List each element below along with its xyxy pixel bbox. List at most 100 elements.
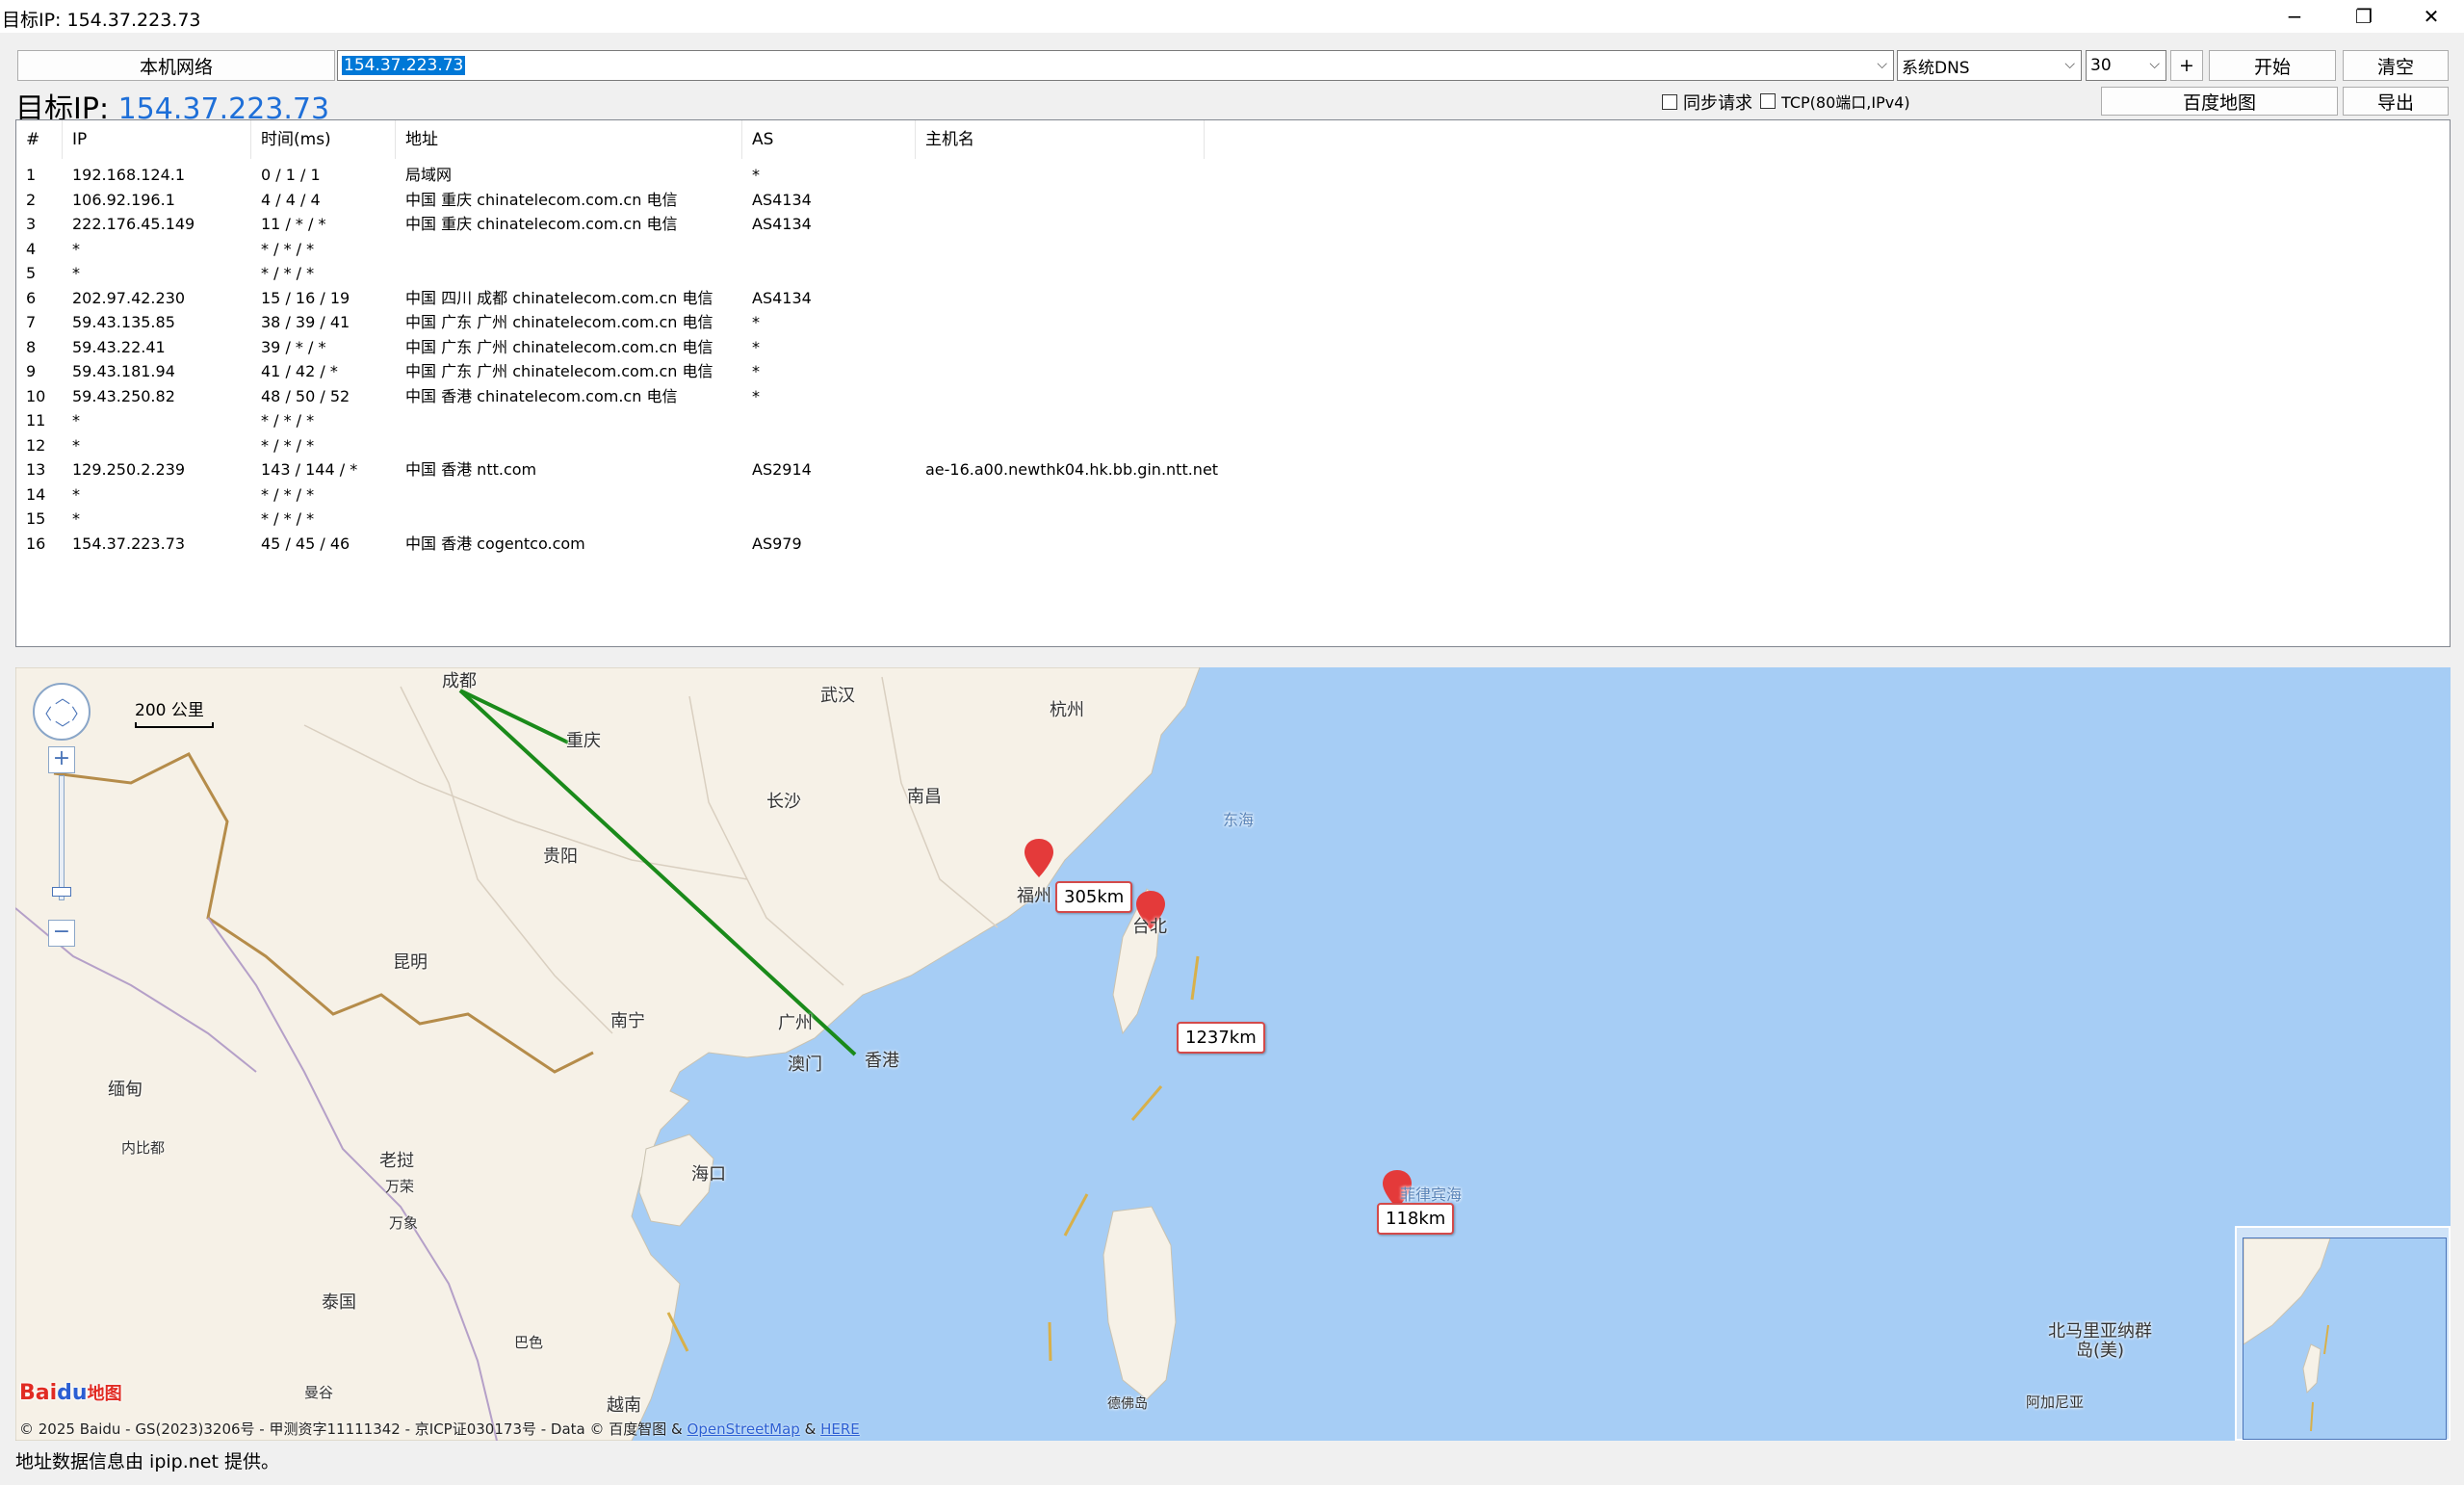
table-cell-as: * [752, 362, 760, 380]
zoom-slider-handle[interactable] [52, 887, 71, 897]
clear-button[interactable]: 清空 [2343, 50, 2449, 81]
zoom-slider-track[interactable] [59, 775, 65, 900]
table-cell-n: 10 [26, 386, 46, 405]
close-button[interactable]: ✕ [2397, 0, 2464, 33]
city-label: 万象 [389, 1214, 419, 1232]
city-label: 万荣 [385, 1178, 415, 1195]
table-cell-n: 12 [26, 435, 46, 455]
table-cell-time: * / * / * [261, 484, 315, 504]
target-ip-input[interactable]: 154.37.223.73 ⌵ [337, 50, 1894, 81]
pan-left-icon[interactable]: 〈 [37, 701, 52, 724]
city-label: 澳门 [788, 1055, 822, 1075]
distance-label: 305km [1055, 881, 1133, 913]
column-header-time[interactable]: 时间(ms) [251, 120, 396, 159]
table-row[interactable]: 10 59.43.250.82 48 / 50 / 52 中国 香港 chinatel… [16, 384, 2450, 409]
scale-label: 200 公里 [135, 701, 204, 720]
dns-select[interactable]: 系统DNS ⌵ [1897, 50, 2082, 81]
minimize-button[interactable]: − [2260, 0, 2329, 33]
column-header-index[interactable]: # [16, 120, 63, 159]
table-cell-n: 15 [26, 509, 46, 528]
distance-label: 118km [1377, 1203, 1455, 1235]
title-bar: 目标IP: 154.37.223.73 − ❐ ✕ [0, 0, 2464, 33]
city-label: 广州 [778, 1013, 813, 1033]
table-row[interactable]: 15 * * / * / * [16, 507, 2450, 532]
table-cell-ip: 202.97.42.230 [72, 288, 186, 307]
table-row[interactable]: 6 202.97.42.230 15 / 16 / 19 中国 四川 成都 china… [16, 286, 2450, 311]
table-header: # IP 时间(ms) 地址 AS 主机名 [16, 120, 2450, 159]
table-row[interactable]: 12 * * / * / * [16, 433, 2450, 458]
table-row[interactable]: 8 59.43.22.41 39 / * / * 中国 广东 广州 chinatele… [16, 335, 2450, 360]
scale-bar [135, 722, 214, 728]
map-pan-control[interactable]: ︿ ﹀ 〈 〉 [33, 683, 91, 741]
pan-up-icon[interactable]: ︿ [55, 685, 70, 708]
city-label: 福州 [1017, 886, 1051, 906]
table-row[interactable]: 11 * * / * / * [16, 408, 2450, 433]
baidu-map-button[interactable]: 百度地图 [2101, 87, 2338, 116]
here-link[interactable]: HERE [820, 1420, 860, 1438]
column-header-as[interactable]: AS [742, 120, 916, 159]
table-row[interactable]: 4 * * / * / * [16, 237, 2450, 262]
table-cell-as: AS2914 [752, 460, 812, 479]
table-row[interactable]: 16 154.37.223.73 45 / 45 / 46 中国 香港 cogentc… [16, 532, 2450, 557]
checkbox-box[interactable] [1760, 93, 1776, 109]
table-row[interactable]: 9 59.43.181.94 41 / 42 / * 中国 广东 广州 chinate… [16, 359, 2450, 384]
distance-label: 1237km [1177, 1022, 1265, 1054]
restore-button[interactable]: ❐ [2329, 0, 2399, 33]
table-row[interactable]: 3 222.176.45.149 11 / * / * 中国 重庆 chinatele… [16, 212, 2450, 237]
pan-down-icon[interactable]: ﹀ [55, 716, 70, 739]
city-label: 贵阳 [543, 847, 578, 867]
city-label: 南昌 [907, 787, 942, 807]
sync-request-checkbox[interactable]: 同步请求 [1662, 90, 1752, 115]
table-cell-n: 3 [26, 215, 37, 233]
table-row[interactable]: 2 106.92.196.1 4 / 4 / 4 中国 重庆 chinatelecom… [16, 188, 2450, 213]
table-cell-n: 6 [26, 288, 37, 307]
table-cell-time: 15 / 16 / 19 [261, 288, 350, 307]
city-label: 德佛岛 [1107, 1396, 1148, 1412]
chevron-down-icon[interactable]: ⌵ [2149, 57, 2160, 72]
table-row[interactable]: 14 * * / * / * [16, 482, 2450, 508]
table-cell-ip: 154.37.223.73 [72, 534, 186, 553]
chevron-down-icon[interactable]: ⌵ [1877, 57, 1887, 72]
city-label: 曼谷 [304, 1384, 334, 1401]
table-row[interactable]: 7 59.43.135.85 38 / 39 / 41 中国 广东 广州 chinat… [16, 310, 2450, 335]
table-cell-time: 4 / 4 / 4 [261, 190, 321, 209]
table-cell-ip: * [72, 239, 80, 258]
max-hops-select[interactable]: 30 ⌵ [2086, 50, 2166, 81]
table-cell-addr: 中国 四川 成都 chinatelecom.com.cn 电信 [405, 288, 713, 307]
table-cell-time: * / * / * [261, 411, 315, 430]
zoom-out-button[interactable]: − [48, 920, 75, 947]
zoom-in-button[interactable]: + [48, 746, 75, 773]
city-label: 缅甸 [108, 1080, 143, 1100]
table-cell-ip: 192.168.124.1 [72, 166, 186, 184]
baidu-logo: Baidu地图 [19, 1381, 122, 1405]
city-label: 长沙 [766, 792, 801, 812]
table-cell-n: 4 [26, 239, 37, 258]
table-row[interactable]: 1 192.168.124.1 0 / 1 / 1 局域网 * [16, 163, 2450, 188]
export-button[interactable]: 导出 [2343, 87, 2449, 116]
city-label: 香港 [865, 1051, 899, 1071]
table-cell-as: * [752, 166, 760, 184]
plus-button[interactable]: + [2170, 50, 2203, 81]
baidu-map[interactable]: 成都 武汉 杭州 重庆 长沙 南昌 东海 贵阳 福州 台北 昆明 南宁 广州 澳… [15, 667, 2451, 1441]
overview-map[interactable] [2235, 1226, 2451, 1441]
table-row[interactable]: 5 * * / * / * [16, 261, 2450, 286]
openstreetmap-link[interactable]: OpenStreetMap [687, 1420, 800, 1438]
table-cell-n: 5 [26, 264, 37, 282]
location-pin-icon[interactable] [1025, 839, 1053, 877]
table-cell-addr: 中国 香港 chinatelecom.com.cn 电信 [405, 386, 678, 405]
start-button[interactable]: 开始 [2209, 50, 2336, 81]
local-network-button[interactable]: 本机网络 [17, 50, 335, 81]
table-row[interactable]: 13 129.250.2.239 143 / 144 / * 中国 香港 ntt.co… [16, 457, 2450, 482]
column-header-ip[interactable]: IP [63, 120, 251, 159]
column-header-hostname[interactable]: 主机名 [916, 120, 1205, 159]
chevron-down-icon[interactable]: ⌵ [2064, 57, 2075, 72]
table-cell-addr: 中国 广东 广州 chinatelecom.com.cn 电信 [405, 362, 713, 380]
map-copyright: © 2025 Baidu - GS(2023)3206号 - 甲测资字11111… [19, 1420, 860, 1438]
checkbox-box[interactable] [1662, 94, 1677, 110]
pan-right-icon[interactable]: 〉 [71, 701, 87, 724]
table-cell-time: 11 / * / * [261, 215, 326, 233]
column-header-address[interactable]: 地址 [396, 120, 742, 159]
overview-map-view[interactable] [2243, 1238, 2447, 1440]
table-cell-time: 143 / 144 / * [261, 460, 358, 479]
tcp-checkbox[interactable]: TCP(80端口,IPv4) [1760, 90, 1910, 113]
